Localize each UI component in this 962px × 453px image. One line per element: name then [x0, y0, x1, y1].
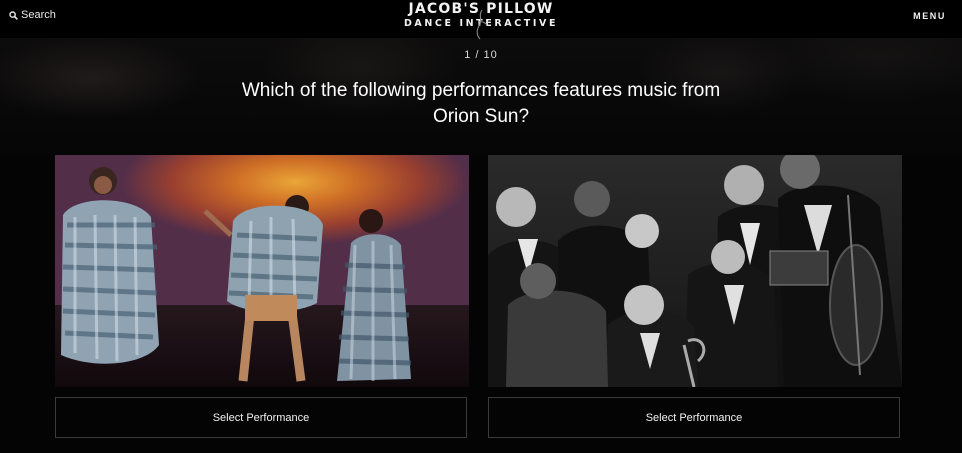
- top-navigation-bar: Search JACOB'S PILLOW DANCE INTERACTIVE …: [0, 0, 962, 40]
- select-performance-button-1[interactable]: Select Performance: [55, 397, 467, 438]
- menu-button[interactable]: MENU: [913, 11, 946, 21]
- performance-image-1[interactable]: [55, 155, 469, 387]
- quiz-page: Search JACOB'S PILLOW DANCE INTERACTIVE …: [0, 0, 962, 453]
- search-label: Search: [21, 9, 56, 21]
- search-icon: [9, 10, 18, 20]
- logo-figure-mark: [476, 9, 488, 40]
- performance-image-2[interactable]: [488, 155, 902, 387]
- question-text: Which of the following performances feat…: [241, 80, 721, 127]
- search-link[interactable]: Search: [9, 9, 56, 21]
- question-counter: 1 / 10: [464, 49, 498, 61]
- site-logo[interactable]: JACOB'S PILLOW DANCE INTERACTIVE: [381, 2, 581, 40]
- select-performance-button-2[interactable]: Select Performance: [488, 397, 900, 438]
